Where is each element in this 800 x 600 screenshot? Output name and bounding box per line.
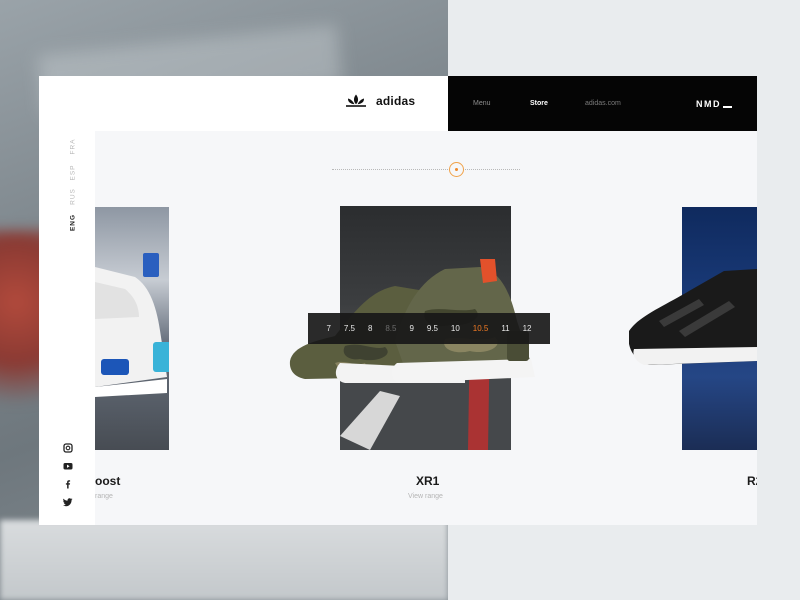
facebook-icon[interactable] [63,479,73,489]
size-option[interactable]: 8 [368,324,372,333]
lang-fra[interactable]: FRA [70,135,77,159]
lang-esp[interactable]: ESP [70,161,77,185]
trefoil-icon [346,94,366,107]
collection-title[interactable]: NMD [696,99,732,109]
slider-handle-dot [455,168,458,171]
shoe-white-image [95,253,169,397]
nav-menu-link[interactable]: Menu [473,100,491,107]
product-name-left[interactable]: oost [95,474,120,488]
product-name-center[interactable]: XR1 [416,474,439,488]
range-slider-handle[interactable] [449,162,464,177]
size-option[interactable]: 9 [409,324,413,333]
size-option-selected[interactable]: 10.5 [473,324,489,333]
product-name-right[interactable]: R2 [747,474,757,488]
view-range-link-center[interactable]: View range [408,493,443,500]
size-option[interactable]: 11 [501,324,509,333]
brand-name: adidas [376,94,416,108]
shoe-black-image [629,269,757,365]
lang-rus[interactable]: RUS [70,185,77,209]
size-selector: 7 7.5 8 8.5 9 9.5 10 10.5 11 12 [308,313,550,344]
view-range-link-left[interactable]: range [95,493,113,500]
adidas-logo[interactable]: adidas [345,94,415,108]
collection-label: NMD [696,99,721,109]
nav-store-link[interactable]: Store [530,100,548,107]
twitter-icon[interactable] [63,497,73,507]
sidebar: FRA ESP RUS ENG [39,131,95,525]
background-blur-shape [0,520,448,600]
youtube-icon[interactable] [63,461,73,471]
lang-eng[interactable]: ENG [70,211,77,235]
nav-adidas-link[interactable]: adidas.com [585,100,621,107]
size-option[interactable]: 9.5 [427,324,438,333]
size-option-disabled: 8.5 [385,324,397,333]
instagram-icon[interactable] [63,443,73,453]
size-option[interactable]: 10 [451,324,460,333]
store-card: adidas Menu Store adidas.com NMD FRA ESP… [39,76,757,525]
range-slider-track[interactable] [332,169,520,170]
collection-underline [723,106,732,108]
size-option[interactable]: 7 [326,324,330,333]
product-image-left[interactable] [95,207,169,450]
size-option[interactable]: 7.5 [344,324,355,333]
size-option[interactable]: 12 [523,324,532,333]
